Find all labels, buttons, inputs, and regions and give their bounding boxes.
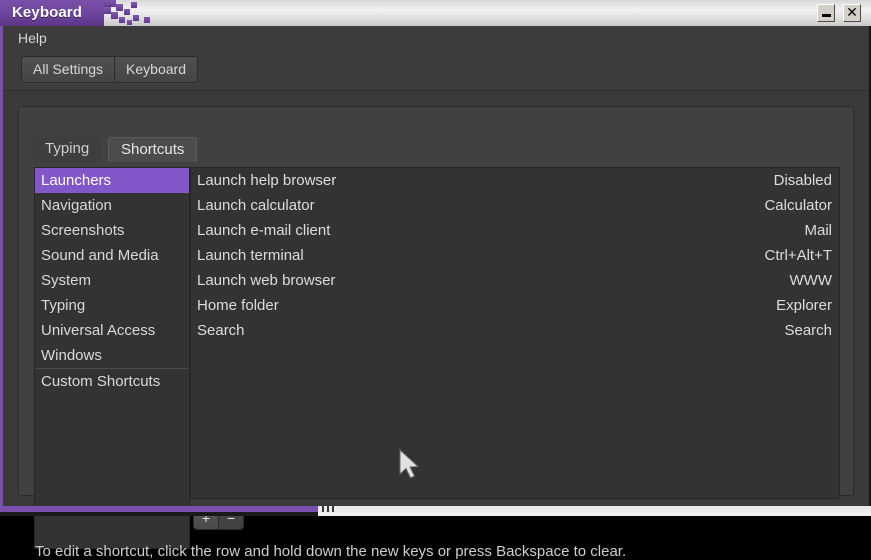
titlebar-dither-block	[116, 4, 123, 11]
shortcut-name: Launch help browser	[197, 168, 336, 193]
close-icon: ✕	[844, 5, 860, 21]
shortcut-name: Search	[197, 318, 245, 343]
breadcrumb-nav: All Settings Keyboard	[21, 56, 198, 83]
shortcut-accel[interactable]: WWW	[790, 268, 832, 293]
category-item-navigation[interactable]: Navigation	[35, 193, 189, 218]
menu-item-help[interactable]: Help	[12, 29, 53, 47]
category-item-screenshots[interactable]: Screenshots	[35, 218, 189, 243]
shortcut-accel[interactable]: Explorer	[776, 293, 832, 318]
table-row[interactable]: Home folder Explorer	[191, 293, 839, 318]
window-bottom-shadow	[0, 512, 871, 516]
shortcut-accel[interactable]: Search	[784, 318, 832, 343]
window-title: Keyboard	[12, 4, 82, 21]
titlebar[interactable]: Keyboard ✕	[0, 0, 871, 26]
keyboard-settings-window: Keyboard ✕ Help All Settings Keyboard Ty…	[0, 0, 871, 516]
category-item-system[interactable]: System	[35, 268, 189, 293]
shortcut-accel[interactable]: Disabled	[774, 168, 832, 193]
shortcut-accel[interactable]: Mail	[804, 218, 832, 243]
category-item-windows[interactable]: Windows	[35, 343, 189, 368]
titlebar-dither-block	[127, 20, 132, 25]
table-row[interactable]: Launch terminal Ctrl+Alt+T	[191, 243, 839, 268]
table-row[interactable]: Launch e-mail client Mail	[191, 218, 839, 243]
minimize-icon	[822, 14, 831, 17]
minimize-button[interactable]	[817, 4, 835, 22]
category-item-custom-shortcuts[interactable]: Custom Shortcuts	[35, 368, 189, 394]
titlebar-dither-block	[104, 0, 116, 7]
category-item-universal-access[interactable]: Universal Access	[35, 318, 189, 343]
titlebar-dither-block	[104, 7, 111, 14]
table-row[interactable]: Launch calculator Calculator	[191, 193, 839, 218]
titlebar-dither-block	[124, 9, 130, 15]
window-bottom-shadow-dark	[0, 512, 318, 516]
client-area: Help All Settings Keyboard Typing Shortc…	[0, 26, 871, 510]
nav-all-settings[interactable]: All Settings	[22, 57, 114, 82]
table-row[interactable]: Launch web browser WWW	[191, 268, 839, 293]
table-row[interactable]: Search Search	[191, 318, 839, 343]
settings-panel: Typing Shortcuts Launchers Navigation Sc…	[18, 106, 854, 496]
tab-typing[interactable]: Typing	[33, 137, 101, 162]
titlebar-dither-block	[144, 17, 150, 23]
tab-shortcuts[interactable]: Shortcuts	[108, 137, 197, 162]
shortcut-list[interactable]: Launch help browser Disabled Launch calc…	[190, 167, 840, 499]
shortcut-name: Home folder	[197, 293, 279, 318]
menubar: Help	[3, 26, 869, 50]
close-button[interactable]: ✕	[843, 4, 861, 22]
category-item-typing[interactable]: Typing	[35, 293, 189, 318]
table-row[interactable]: Launch help browser Disabled	[191, 168, 839, 193]
shortcut-accel[interactable]: Calculator	[764, 193, 832, 218]
titlebar-dither-block	[111, 12, 118, 19]
category-item-sound-and-media[interactable]: Sound and Media	[35, 243, 189, 268]
hint-text: To edit a shortcut, click the row and ho…	[35, 543, 626, 560]
nav-keyboard[interactable]: Keyboard	[114, 57, 197, 82]
titlebar-dither-block	[131, 2, 137, 8]
shortcut-name: Launch terminal	[197, 243, 304, 268]
category-list[interactable]: Launchers Navigation Screenshots Sound a…	[34, 167, 190, 549]
titlebar-dither-block	[133, 15, 139, 21]
shortcut-name: Launch web browser	[197, 268, 335, 293]
shortcut-name: Launch calculator	[197, 193, 315, 218]
titlebar-dither-block	[119, 17, 125, 23]
shortcut-accel[interactable]: Ctrl+Alt+T	[764, 243, 832, 268]
shortcut-name: Launch e-mail client	[197, 218, 330, 243]
category-item-launchers[interactable]: Launchers	[35, 168, 189, 193]
header-bar: All Settings Keyboard	[3, 50, 869, 91]
